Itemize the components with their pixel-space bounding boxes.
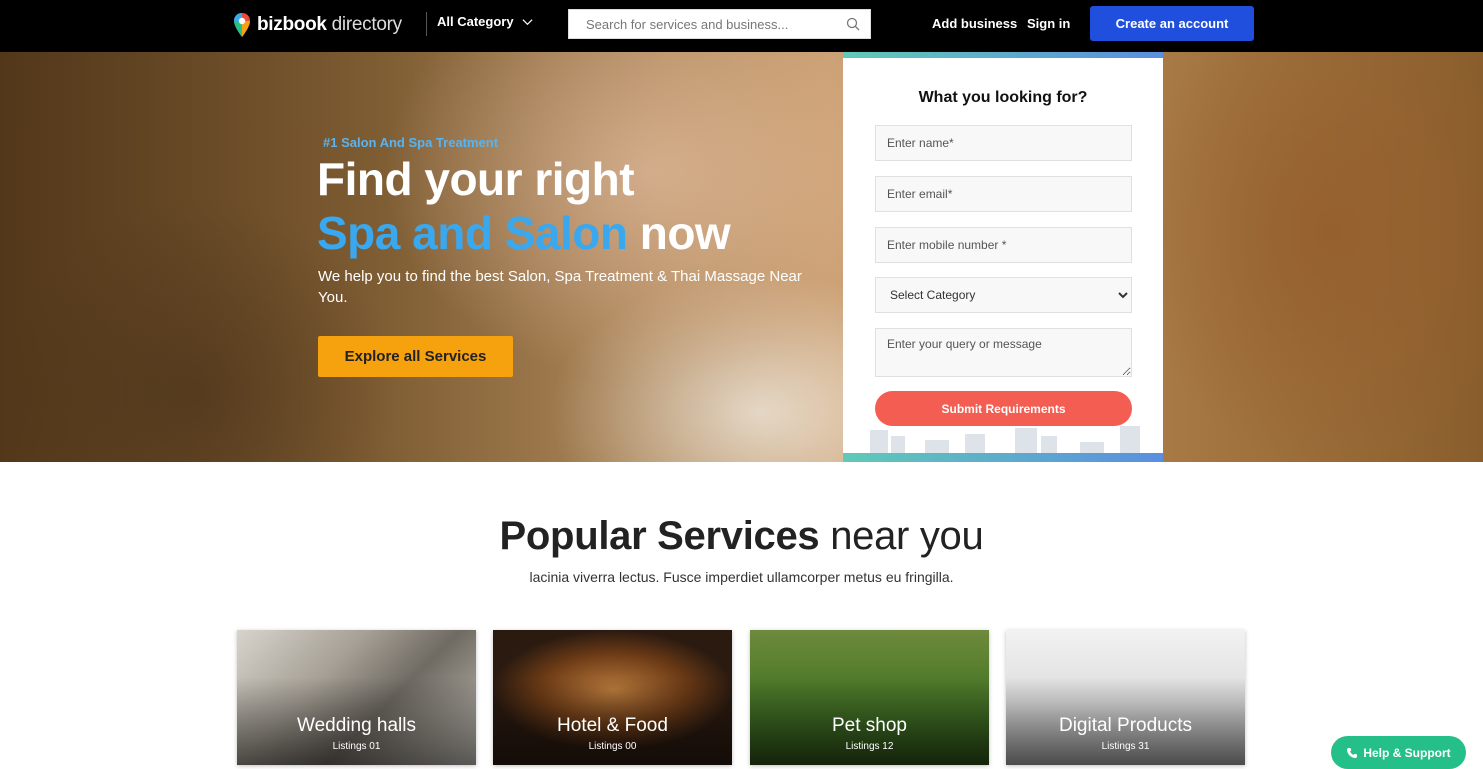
chevron-down-icon	[522, 19, 533, 26]
all-category-dropdown[interactable]: All Category	[437, 14, 533, 29]
service-card-digital-products[interactable]: Digital Products Listings 31	[1006, 630, 1245, 765]
card-title: Digital Products	[1058, 715, 1193, 736]
service-card-hotel-food[interactable]: Hotel & Food Listings 00	[493, 630, 732, 765]
email-field[interactable]	[875, 176, 1132, 212]
accent-bar	[843, 52, 1163, 58]
hero-title: Find your right Spa and Salon now	[317, 152, 731, 260]
logo[interactable]: bizbook directory	[233, 11, 402, 39]
card-listings: Listings 00	[588, 741, 637, 752]
card-listings: Listings 31	[1101, 741, 1150, 752]
hero-banner: #1 Salon And Spa Treatment Find your rig…	[0, 52, 1483, 462]
service-card-wedding-halls[interactable]: Wedding halls Listings 01	[237, 630, 476, 765]
create-account-button[interactable]: Create an account	[1090, 6, 1254, 41]
form-title: What you looking for?	[918, 89, 1088, 106]
service-card-pet-shop[interactable]: Pet shop Listings 12	[750, 630, 989, 765]
submit-requirements-button[interactable]: Submit Requirements	[875, 391, 1132, 426]
card-title: Wedding halls	[296, 715, 416, 736]
category-label: All Category	[437, 14, 514, 29]
help-support-button[interactable]: Help & Support	[1331, 736, 1466, 769]
hero-title-end: now	[639, 207, 731, 259]
help-label: Help & Support	[1363, 745, 1451, 760]
name-field[interactable]	[875, 125, 1132, 161]
search-icon[interactable]	[846, 17, 860, 31]
hero-subtitle: We help you to find the best Salon, Spa …	[318, 268, 802, 306]
card-listings: Listings 12	[845, 741, 894, 752]
sign-in-link[interactable]: Sign in	[1027, 16, 1070, 31]
category-select[interactable]: Select Category	[875, 277, 1132, 313]
card-title: Hotel & Food	[557, 715, 668, 736]
requirements-form: What you looking for? Select Category Su…	[843, 52, 1163, 462]
hero-title-highlight: Spa and Salon	[317, 207, 628, 259]
search-box	[568, 9, 871, 39]
add-business-link[interactable]: Add business	[932, 16, 1017, 31]
city-skyline-illustration	[870, 426, 1140, 454]
logo-text: bizbook directory	[257, 14, 402, 35]
card-listings: Listings 01	[332, 741, 381, 752]
section-subtitle: lacinia viverra lectus. Fusce imperdiet …	[529, 569, 954, 585]
explore-services-button[interactable]: Explore all Services	[318, 336, 513, 377]
hero-title-line1: Find your right	[317, 153, 635, 205]
mobile-field[interactable]	[875, 227, 1132, 263]
divider	[426, 12, 427, 36]
section-title: Popular Services near you	[499, 514, 984, 558]
phone-icon	[1347, 747, 1358, 758]
search-input[interactable]	[569, 10, 839, 38]
card-title: Pet shop	[832, 715, 907, 736]
message-field[interactable]	[875, 328, 1132, 377]
top-navbar: bizbook directory All Category Add busin…	[0, 0, 1483, 52]
map-pin-icon	[234, 13, 250, 37]
accent-bar	[843, 453, 1163, 462]
hero-tag: #1 Salon And Spa Treatment	[323, 135, 499, 150]
